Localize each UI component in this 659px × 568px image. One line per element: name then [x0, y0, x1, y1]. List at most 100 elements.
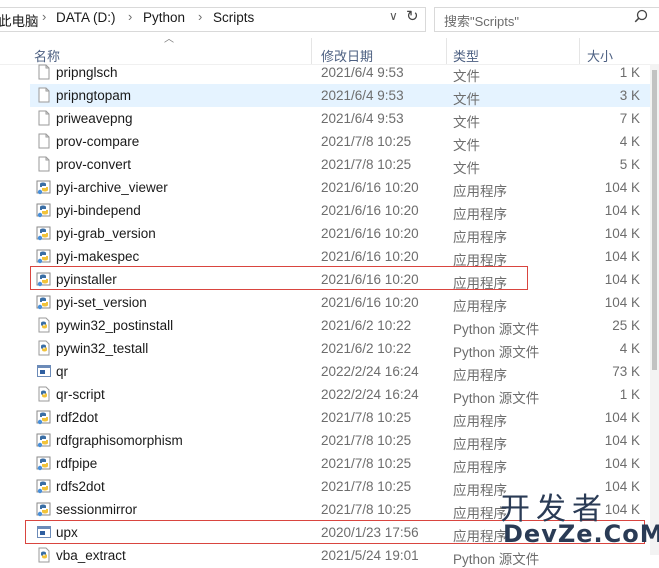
python-exe-icon: [36, 226, 51, 241]
file-size: 104 K: [604, 249, 640, 264]
file-type: 应用程序: [453, 483, 507, 498]
file-row[interactable]: rdf2dot 2021/7/8 10:25 应用程序 104 K: [30, 406, 650, 429]
python-source-icon: [38, 386, 50, 402]
file-modified-date: 2021/7/8 10:25: [321, 134, 412, 149]
file-modified-date: 2022/2/24 16:24: [321, 387, 419, 402]
search-placeholder: 搜索"Scripts": [444, 14, 519, 29]
file-type: 应用程序: [453, 506, 507, 521]
file-type: 应用程序: [453, 529, 507, 544]
file-row[interactable]: qr 2022/2/24 16:24 应用程序 73 K: [30, 360, 650, 383]
file-row[interactable]: prov-convert 2021/7/8 10:25 文件 5 K: [30, 153, 650, 176]
file-modified-date: 2021/7/8 10:25: [321, 456, 412, 471]
file-name: pripngtopam: [56, 88, 132, 103]
python-exe-icon: [36, 479, 51, 494]
blank-file-icon: [38, 87, 50, 103]
python-exe-icon: [36, 456, 51, 471]
file-modified-date: 2021/6/4 9:53: [321, 111, 404, 126]
file-row[interactable]: qr-script 2022/2/24 16:24 Python 源文件 1 K: [30, 383, 650, 406]
file-row[interactable]: pywin32_postinstall 2021/6/2 10:22 Python …: [30, 314, 650, 337]
file-name: qr: [56, 364, 69, 379]
file-type: 应用程序: [453, 414, 507, 429]
file-type: 文件: [453, 138, 480, 153]
file-type: Python 源文件: [453, 391, 540, 406]
python-exe-icon: [36, 203, 51, 218]
file-modified-date: 2021/7/8 10:25: [321, 410, 412, 425]
file-modified-date: 2021/5/24 19:01: [321, 548, 419, 563]
file-modified-date: 2021/6/16 10:20: [321, 249, 419, 264]
search-icon[interactable]: [634, 9, 648, 23]
file-modified-date: 2021/6/16 10:20: [321, 295, 419, 310]
file-modified-date: 2021/6/4 9:53: [321, 65, 404, 80]
python-exe-icon: [36, 272, 51, 287]
file-modified-date: 2021/6/2 10:22: [321, 341, 412, 356]
file-name: pyi-bindepend: [56, 203, 141, 218]
file-type: Python 源文件: [453, 345, 540, 360]
breadcrumb-separator-icon[interactable]: ›: [42, 9, 46, 24]
file-size: 104 K: [604, 180, 640, 195]
python-exe-icon: [36, 433, 51, 448]
file-row[interactable]: pyi-makespec 2021/6/16 10:20 应用程序 104 K: [30, 245, 650, 268]
file-modified-date: 2021/6/16 10:20: [321, 272, 419, 287]
file-row[interactable]: pyi-set_version 2021/6/16 10:20 应用程序 104 K: [30, 291, 650, 314]
file-size: 104 K: [604, 203, 640, 218]
file-size: 104 K: [604, 226, 640, 241]
file-row[interactable]: rdfpipe 2021/7/8 10:25 应用程序 104 K: [30, 452, 650, 475]
file-modified-date: 2021/6/16 10:20: [321, 203, 419, 218]
file-type: 应用程序: [453, 253, 507, 268]
address-bar: 此电脑 › DATA (D:) › Python › Scripts ∨ ↻ 搜…: [0, 0, 659, 38]
file-row[interactable]: rdfgraphisomorphism 2021/7/8 10:25 应用程序 104…: [30, 429, 650, 452]
exe-window-icon: [37, 365, 51, 377]
python-exe-icon: [36, 295, 51, 310]
breadcrumb-separator-icon[interactable]: ›: [198, 9, 202, 24]
file-name: prov-compare: [56, 134, 140, 149]
python-exe-icon: [36, 180, 51, 195]
sort-ascending-icon: ︿: [164, 34, 174, 45]
scrollbar-thumb[interactable]: [652, 70, 657, 370]
blank-file-icon: [38, 133, 50, 149]
file-name: rdf2dot: [56, 410, 99, 425]
chevron-down-icon[interactable]: ∨: [389, 9, 398, 23]
file-modified-date: 2021/6/16 10:20: [321, 180, 419, 195]
file-modified-date: 2021/6/4 9:53: [321, 88, 404, 103]
breadcrumb-this-pc[interactable]: 此电脑: [0, 10, 39, 30]
file-type: 文件: [453, 69, 480, 84]
file-size: 4 K: [619, 341, 640, 356]
file-name: upx: [56, 525, 78, 540]
file-type: 文件: [453, 161, 480, 176]
breadcrumb-scripts[interactable]: Scripts: [213, 10, 254, 25]
file-name: pywin32_postinstall: [56, 318, 174, 333]
watermark-logo-text: DevZe.CoM: [503, 520, 659, 548]
exe-window-icon: [37, 526, 51, 538]
file-type: 应用程序: [453, 437, 507, 452]
file-name: pyinstaller: [56, 272, 117, 287]
breadcrumb-python[interactable]: Python: [143, 10, 185, 25]
file-type: 应用程序: [453, 207, 507, 222]
file-row[interactable]: pyi-grab_version 2021/6/16 10:20 应用程序 104 K: [30, 222, 650, 245]
file-row[interactable]: pripnglsch 2021/6/4 9:53 文件 1 K: [30, 61, 650, 84]
file-name: pywin32_testall: [56, 341, 149, 356]
file-row[interactable]: prov-compare 2021/7/8 10:25 文件 4 K: [30, 130, 650, 153]
file-name: rdfpipe: [56, 456, 98, 471]
file-row[interactable]: pyinstaller 2021/6/16 10:20 应用程序 104 K: [30, 268, 650, 291]
breadcrumb-data-drive[interactable]: DATA (D:): [56, 10, 116, 25]
file-modified-date: 2021/7/8 10:25: [321, 433, 412, 448]
file-row[interactable]: pyi-archive_viewer 2021/6/16 10:20 应用程序 104…: [30, 176, 650, 199]
file-type: 文件: [453, 115, 480, 130]
refresh-icon[interactable]: ↻: [406, 7, 419, 25]
file-size: 1 K: [619, 387, 640, 402]
file-size: 104 K: [604, 272, 640, 287]
file-row[interactable]: pywin32_testall 2021/6/2 10:22 Python 源文件 4…: [30, 337, 650, 360]
file-row[interactable]: pripngtopam 2021/6/4 9:53 文件 3 K: [30, 84, 650, 107]
python-source-icon: [38, 317, 50, 333]
file-size: 73 K: [612, 364, 640, 379]
file-size: 104 K: [604, 410, 640, 425]
breadcrumb-separator-icon[interactable]: ›: [128, 9, 132, 24]
file-row[interactable]: priweavepng 2021/6/4 9:53 文件 7 K: [30, 107, 650, 130]
file-row[interactable]: pyi-bindepend 2021/6/16 10:20 应用程序 104 K: [30, 199, 650, 222]
file-modified-date: 2021/7/8 10:25: [321, 157, 412, 172]
file-modified-date: 2022/2/24 16:24: [321, 364, 419, 379]
python-exe-icon: [36, 502, 51, 517]
file-name: rdfgraphisomorphism: [56, 433, 183, 448]
file-modified-date: 2020/1/23 17:56: [321, 525, 419, 540]
file-type: 应用程序: [453, 184, 507, 199]
